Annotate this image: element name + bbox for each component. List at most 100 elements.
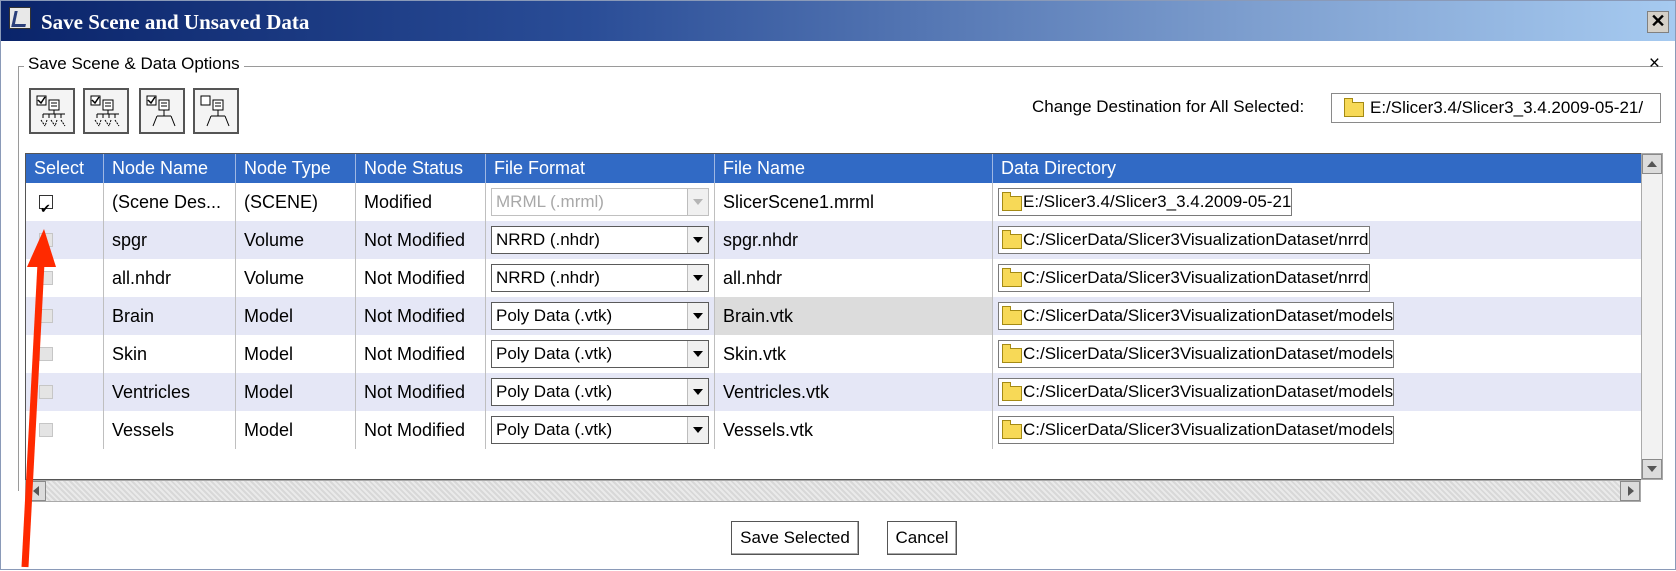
data-directory-path: E:/Slicer3.4/Slicer3_3.4.2009-05-21	[1023, 192, 1292, 211]
data-directory-button[interactable]: C:/SlicerData/Slicer3VisualizationDatase…	[998, 416, 1395, 444]
file-format-dropdown[interactable]: NRRD (.nhdr)	[491, 264, 709, 292]
data-directory-button[interactable]: C:/SlicerData/Slicer3VisualizationDatase…	[998, 226, 1370, 254]
chevron-down-icon[interactable]	[687, 303, 708, 329]
data-directory-button[interactable]: C:/SlicerData/Slicer3VisualizationDatase…	[998, 378, 1395, 406]
scroll-down-button[interactable]	[1642, 459, 1662, 479]
chevron-down-icon[interactable]	[687, 227, 708, 253]
deselect-all-nodes-button[interactable]	[193, 88, 239, 134]
data-directory-button[interactable]: C:/SlicerData/Slicer3VisualizationDatase…	[998, 340, 1395, 368]
file-format-dropdown[interactable]: Poly Data (.vtk)	[491, 416, 709, 444]
destination-directory-button[interactable]: E:/Slicer3.4/Slicer3_3.4.2009-05-21/	[1331, 93, 1661, 123]
column-header-node-name[interactable]: Node Name	[104, 154, 236, 183]
file-name-cell[interactable]: SlicerScene1.mrml	[715, 183, 993, 221]
node-type-cell: Volume	[236, 259, 356, 297]
select-modified-nodes-icon	[146, 95, 176, 127]
data-directory-cell: C:/SlicerData/Slicer3VisualizationDatase…	[993, 411, 1646, 449]
select-modified-nodes-button[interactable]	[139, 88, 185, 134]
scroll-left-button[interactable]	[26, 481, 46, 501]
table-row[interactable]: Skin Model Not Modified Poly Data (.vtk) Ski…	[26, 335, 1646, 373]
horizontal-scrollbar[interactable]	[25, 480, 1641, 502]
node-status-cell: Not Modified	[356, 373, 486, 411]
column-header-file-name[interactable]: File Name	[715, 154, 993, 183]
file-format-value: Poly Data (.vtk)	[496, 420, 613, 439]
group-border-top	[18, 66, 1663, 67]
cancel-button[interactable]: Cancel	[887, 521, 957, 555]
file-format-value: NRRD (.nhdr)	[496, 230, 600, 249]
data-directory-path: C:/SlicerData/Slicer3VisualizationDatase…	[1023, 382, 1394, 401]
file-format-dropdown[interactable]: MRML (.mrml)	[491, 188, 709, 216]
scroll-right-button[interactable]	[1620, 481, 1640, 501]
file-format-dropdown[interactable]: Poly Data (.vtk)	[491, 340, 709, 368]
node-name-cell: all.nhdr	[104, 259, 236, 297]
row-select-checkbox[interactable]	[39, 347, 53, 361]
row-select-checkbox[interactable]	[39, 385, 53, 399]
vertical-scrollbar[interactable]	[1641, 153, 1663, 480]
table-row[interactable]: all.nhdr Volume Not Modified NRRD (.nhdr) al…	[26, 259, 1646, 297]
file-name-cell[interactable]: spgr.nhdr	[715, 221, 993, 259]
column-header-select[interactable]: Select	[26, 154, 104, 183]
chevron-down-icon[interactable]	[687, 265, 708, 291]
data-directory-cell: E:/Slicer3.4/Slicer3_3.4.2009-05-21	[993, 183, 1646, 221]
data-directory-button[interactable]: C:/SlicerData/Slicer3VisualizationDatase…	[998, 302, 1395, 330]
data-directory-path: C:/SlicerData/Slicer3VisualizationDatase…	[1023, 306, 1394, 325]
chevron-down-icon[interactable]	[687, 379, 708, 405]
row-select-checkbox[interactable]	[39, 271, 53, 285]
file-name-cell[interactable]: Skin.vtk	[715, 335, 993, 373]
select-data-nodes-button[interactable]	[83, 88, 129, 134]
table-row[interactable]: (Scene Des...(SCENE)Modified MRML (.mrml)…	[26, 183, 1646, 221]
file-format-value: Poly Data (.vtk)	[496, 344, 613, 363]
title-bar[interactable]: Save Scene and Unsaved Data ✕	[1, 1, 1675, 41]
column-header-file-format[interactable]: File Format	[486, 154, 715, 183]
file-format-cell: Poly Data (.vtk)	[486, 373, 715, 411]
folder-icon	[1002, 192, 1022, 211]
node-type-cell: Volume	[236, 221, 356, 259]
select-all-nodes-button[interactable]	[29, 88, 75, 134]
file-format-dropdown[interactable]: Poly Data (.vtk)	[491, 378, 709, 406]
folder-icon	[1002, 382, 1022, 401]
options-group-close-button[interactable]: ×	[1649, 53, 1660, 75]
chevron-down-icon[interactable]	[687, 189, 708, 215]
file-format-value: Poly Data (.vtk)	[496, 382, 613, 401]
file-format-dropdown[interactable]: NRRD (.nhdr)	[491, 226, 709, 254]
row-select-checkbox[interactable]	[39, 423, 53, 437]
column-header-node-type[interactable]: Node Type	[236, 154, 356, 183]
file-name-cell[interactable]: Ventricles.vtk	[715, 373, 993, 411]
window-close-button[interactable]: ✕	[1647, 11, 1669, 33]
row-select-checkbox[interactable]	[39, 309, 53, 323]
group-border-left	[18, 66, 19, 491]
file-name-cell[interactable]: Vessels.vtk	[715, 411, 993, 449]
table-row[interactable]: Brain Model Not Modified Poly Data (.vtk) Br…	[26, 297, 1646, 335]
scroll-up-button[interactable]	[1642, 154, 1662, 174]
file-format-value: NRRD (.nhdr)	[496, 268, 600, 287]
node-type-cell: Model	[236, 411, 356, 449]
column-header-node-status[interactable]: Node Status	[356, 154, 486, 183]
data-directory-path: C:/SlicerData/Slicer3VisualizationDatase…	[1023, 230, 1369, 249]
table-row[interactable]: Ventricles Model Not Modified Poly Data (.v…	[26, 373, 1646, 411]
file-format-dropdown[interactable]: Poly Data (.vtk)	[491, 302, 709, 330]
folder-icon	[1002, 268, 1022, 287]
data-directory-path: C:/SlicerData/Slicer3VisualizationDatase…	[1023, 344, 1394, 363]
table-header: Select Node Name Node Type Node Status F…	[26, 154, 1646, 183]
file-format-cell: MRML (.mrml)	[486, 183, 715, 221]
table-row[interactable]: Vessels Model Not Modified Poly Data (.vtk)…	[26, 411, 1646, 449]
select-cell	[26, 411, 104, 449]
data-directory-button[interactable]: E:/Slicer3.4/Slicer3_3.4.2009-05-21	[998, 188, 1293, 216]
data-directory-button[interactable]: C:/SlicerData/Slicer3VisualizationDatase…	[998, 264, 1370, 292]
select-cell	[26, 183, 104, 221]
node-status-cell: Not Modified	[356, 259, 486, 297]
node-status-cell: Not Modified	[356, 297, 486, 335]
table-row[interactable]: spgr Volume Not Modified NRRD (.nhdr) spgr.n…	[26, 221, 1646, 259]
file-name-cell[interactable]: all.nhdr	[715, 259, 993, 297]
file-format-cell: NRRD (.nhdr)	[486, 259, 715, 297]
file-format-cell: NRRD (.nhdr)	[486, 221, 715, 259]
chevron-down-icon[interactable]	[687, 341, 708, 367]
folder-icon	[1344, 98, 1364, 117]
column-header-data-directory[interactable]: Data Directory	[993, 154, 1646, 183]
save-selected-button[interactable]: Save Selected	[731, 521, 859, 555]
row-select-checkbox[interactable]	[39, 233, 53, 247]
change-destination-label: Change Destination for All Selected:	[1032, 97, 1305, 116]
row-select-checkbox[interactable]	[39, 191, 53, 221]
chevron-down-icon[interactable]	[687, 417, 708, 443]
node-status-cell: Not Modified	[356, 411, 486, 449]
file-name-cell[interactable]: Brain.vtk	[715, 297, 993, 335]
